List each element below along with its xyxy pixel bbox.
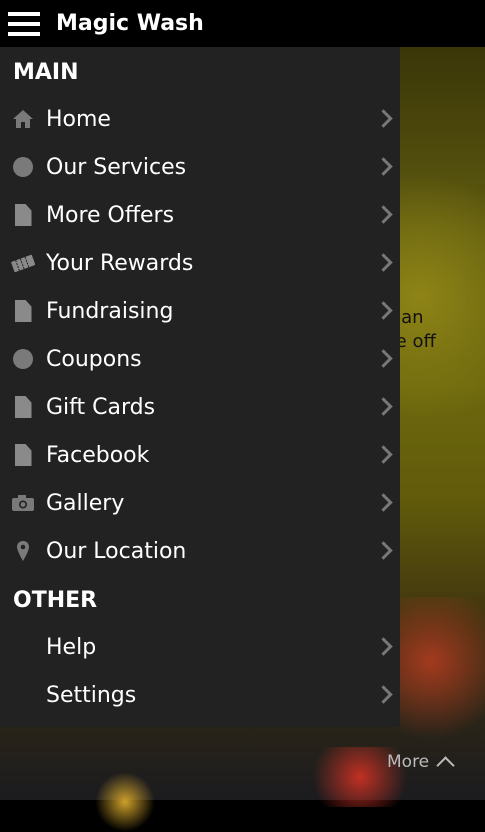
location-pin-icon [17, 541, 29, 561]
chevron-right-icon [374, 349, 393, 368]
chevron-right-icon [374, 493, 393, 512]
drawer-item-label: Our Location [46, 538, 187, 564]
chevron-right-icon [374, 205, 393, 224]
section-header-main: MAIN [13, 60, 79, 85]
drawer-item-label: Fundraising [46, 298, 174, 324]
chevron-right-icon [374, 637, 393, 656]
drawer-item-label: Our Services [46, 154, 187, 180]
chevron-right-icon [374, 445, 393, 464]
drawer-item-fundraising[interactable]: Fundraising [0, 287, 400, 335]
drawer-item-label: Gift Cards [46, 394, 156, 420]
drawer-item-gallery[interactable]: Gallery [0, 479, 400, 527]
menu-icon[interactable] [8, 11, 40, 36]
drawer-item-our-services[interactable]: Our Services [0, 143, 400, 191]
drawer-item-coupons[interactable]: Coupons [0, 335, 400, 383]
drawer-item-your-rewards[interactable]: Your Rewards [0, 239, 400, 287]
document-icon [14, 300, 32, 322]
circle-icon [13, 157, 33, 177]
drawer-item-more-offers[interactable]: More Offers [0, 191, 400, 239]
chevron-right-icon [374, 253, 393, 272]
app-bar: Magic Wash [0, 0, 485, 47]
document-icon [14, 204, 32, 226]
circle-icon [13, 349, 33, 369]
document-icon [14, 396, 32, 418]
drawer-item-label: Help [46, 634, 97, 660]
drawer-item-label: Gallery [46, 490, 125, 516]
section-header-other: OTHER [13, 588, 98, 613]
drawer-item-label: More Offers [46, 202, 175, 228]
drawer-item-label: Home [46, 106, 111, 132]
chevron-right-icon [374, 685, 393, 704]
navigation-drawer: MAIN Home Our Services More Offers Your … [0, 47, 400, 727]
drawer-item-gift-cards[interactable]: Gift Cards [0, 383, 400, 431]
drawer-item-help[interactable]: Help [0, 623, 400, 671]
more-button[interactable]: More [387, 752, 455, 775]
chevron-right-icon [374, 541, 393, 560]
drawer-item-facebook[interactable]: Facebook [0, 431, 400, 479]
drawer-item-label: Your Rewards [46, 250, 194, 276]
drawer-item-our-location[interactable]: Our Location [0, 527, 400, 575]
camera-icon [12, 495, 34, 511]
drawer-item-home[interactable]: Home [0, 95, 400, 143]
drawer-item-label: Facebook [46, 442, 150, 468]
chevron-right-icon [374, 301, 393, 320]
chevron-right-icon [374, 109, 393, 128]
chevron-up-icon [436, 755, 455, 775]
more-label: More [387, 752, 430, 772]
drawer-item-label: Settings [46, 682, 137, 708]
chevron-right-icon [374, 397, 393, 416]
drawer-item-label: Coupons [46, 346, 142, 372]
drawer-item-settings[interactable]: Settings [0, 671, 400, 719]
chevron-right-icon [374, 157, 393, 176]
ticket-icon [11, 254, 36, 273]
home-icon [13, 110, 33, 128]
document-icon [14, 444, 32, 466]
app-title: Magic Wash [56, 11, 204, 36]
